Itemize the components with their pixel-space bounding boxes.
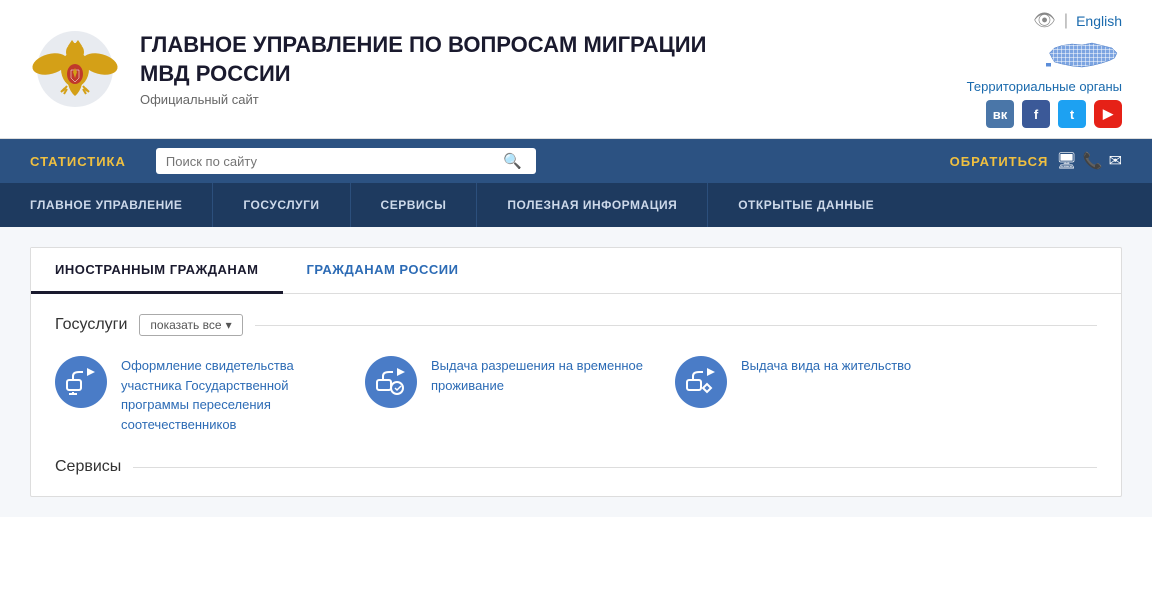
- email-icon[interactable]: ✉: [1109, 151, 1122, 171]
- search-box: 🔍: [156, 148, 536, 174]
- contact-label[interactable]: ОБРАТИТЬСЯ: [950, 154, 1049, 169]
- header-left: ГЛАВНОЕ УПРАВЛЕНИЕ ПО ВОПРОСАМ МИГРАЦИИ …: [30, 24, 720, 114]
- english-language-link[interactable]: English: [1076, 13, 1122, 29]
- service-icon-2[interactable]: [365, 356, 417, 408]
- phone-icon[interactable]: 📞: [1083, 151, 1103, 171]
- transfer-icon: [65, 366, 97, 398]
- primary-nav-bar: СТАТИСТИКА 🔍 ОБРАТИТЬСЯ 🖥 📞 ✉: [0, 139, 1152, 183]
- monitor-icon[interactable]: 🖥: [1056, 151, 1076, 171]
- site-header: ГЛАВНОЕ УПРАВЛЕНИЕ ПО ВОПРОСАМ МИГРАЦИИ …: [0, 0, 1152, 139]
- vk-icon[interactable]: вк: [986, 100, 1014, 128]
- residence-permit-icon: [375, 366, 407, 398]
- tabs-content: Госуслуги показать все ▾: [31, 294, 1121, 496]
- gosuslugi-section-header: Госуслуги показать все ▾: [55, 314, 1097, 336]
- service-icon-3[interactable]: [675, 356, 727, 408]
- header-top-right: 👁 | English: [1033, 10, 1122, 31]
- service-card-3: Выдача вида на жительство: [675, 356, 911, 434]
- statistics-label[interactable]: СТАТИСТИКА: [30, 154, 126, 169]
- accessibility-icon[interactable]: 👁: [1033, 10, 1056, 31]
- service-icon-1[interactable]: [55, 356, 107, 408]
- servisy-label: Сервисы: [55, 458, 121, 476]
- site-title: ГЛАВНОЕ УПРАВЛЕНИЕ ПО ВОПРОСАМ МИГРАЦИИ …: [140, 31, 720, 88]
- gosuslugi-label: Госуслуги: [55, 316, 127, 334]
- tabs-header: ИНОСТРАННЫМ ГРАЖДАНАМ ГРАЖДАНАМ РОССИИ: [31, 248, 1121, 294]
- main-content: ИНОСТРАННЫМ ГРАЖДАНАМ ГРАЖДАНАМ РОССИИ Г…: [0, 227, 1152, 517]
- service-text-1[interactable]: Оформление свидетельства участника Госуд…: [121, 356, 335, 434]
- service-card-1: Оформление свидетельства участника Госуд…: [55, 356, 335, 434]
- nav-bar-left: СТАТИСТИКА 🔍: [30, 148, 920, 174]
- service-card-2: Выдача разрешения на временное проживани…: [365, 356, 645, 434]
- search-button[interactable]: 🔍: [499, 152, 526, 170]
- contact-icons: 🖥 📞 ✉: [1056, 151, 1122, 171]
- site-subtitle: Официальный сайт: [140, 92, 720, 107]
- residence-card-icon: [685, 366, 717, 398]
- servisy-divider: [133, 467, 1097, 468]
- separator: |: [1064, 12, 1068, 30]
- header-title-block: ГЛАВНОЕ УПРАВЛЕНИЕ ПО ВОПРОСАМ МИГРАЦИИ …: [140, 31, 720, 107]
- nav-item-info[interactable]: ПОЛЕЗНАЯ ИНФОРМАЦИЯ: [477, 183, 708, 227]
- nav-item-opendata[interactable]: ОТКРЫТЫЕ ДАННЫЕ: [708, 183, 904, 227]
- nav-item-services[interactable]: СЕРВИСЫ: [351, 183, 478, 227]
- service-text-2[interactable]: Выдача разрешения на временное проживани…: [431, 356, 645, 395]
- services-grid: Оформление свидетельства участника Госуд…: [55, 356, 1097, 434]
- tabs-container: ИНОСТРАННЫМ ГРАЖДАНАМ ГРАЖДАНАМ РОССИИ Г…: [30, 247, 1122, 497]
- chevron-down-icon: ▾: [226, 318, 232, 332]
- search-input[interactable]: [166, 154, 499, 169]
- twitter-icon[interactable]: t: [1058, 100, 1086, 128]
- show-all-button[interactable]: показать все ▾: [139, 314, 242, 336]
- secondary-nav-bar: ГЛАВНОЕ УПРАВЛЕНИЕ ГОСУСЛУГИ СЕРВИСЫ ПОЛ…: [0, 183, 1152, 227]
- russia-map-icon: [1042, 37, 1122, 79]
- servisy-section-header: Сервисы: [55, 458, 1097, 476]
- social-icons-bar: вк f t ▶: [986, 100, 1122, 128]
- region-map-area: Территориальные органы: [967, 37, 1122, 94]
- tab-russian-citizens[interactable]: ГРАЖДАНАМ РОССИИ: [283, 248, 483, 294]
- logo-emblem: [30, 24, 120, 114]
- youtube-icon[interactable]: ▶: [1094, 100, 1122, 128]
- tab-foreign-citizens[interactable]: ИНОСТРАННЫМ ГРАЖДАНАМ: [31, 248, 283, 294]
- territorial-organs-link[interactable]: Территориальные органы: [967, 79, 1122, 94]
- nav-bar-right: ОБРАТИТЬСЯ 🖥 📞 ✉: [950, 151, 1122, 171]
- service-text-3[interactable]: Выдача вида на жительство: [741, 356, 911, 376]
- nav-item-gosuslugi[interactable]: ГОСУСЛУГИ: [213, 183, 350, 227]
- show-all-label: показать все: [150, 318, 221, 332]
- section-divider: [255, 325, 1097, 326]
- facebook-icon[interactable]: f: [1022, 100, 1050, 128]
- header-right: 👁 | English Территориальные органы в: [967, 10, 1122, 128]
- nav-item-main[interactable]: ГЛАВНОЕ УПРАВЛЕНИЕ: [30, 183, 213, 227]
